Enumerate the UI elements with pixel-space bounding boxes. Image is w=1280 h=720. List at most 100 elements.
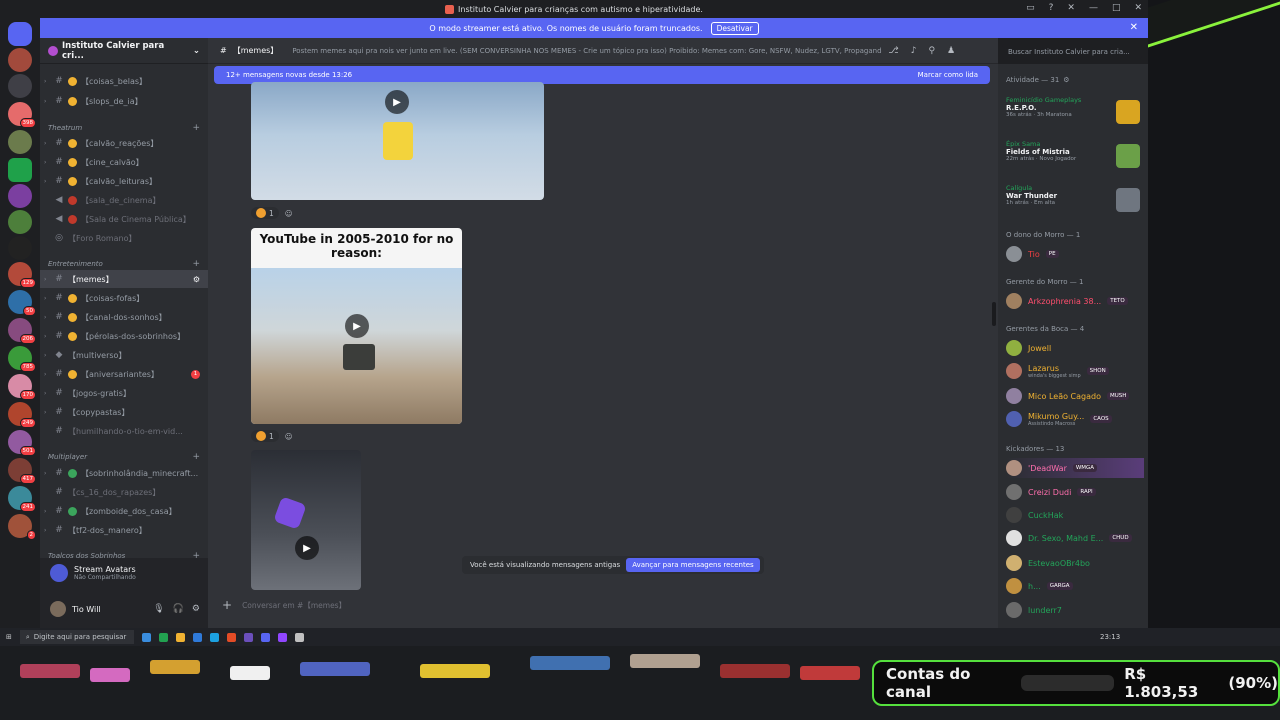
microphone-icon[interactable]: 🎙 bbox=[153, 604, 164, 614]
current-user[interactable]: Tio Will 🎙 🎧 ⚙ bbox=[40, 594, 208, 624]
windows-start-icon[interactable]: ⊞ bbox=[6, 633, 12, 641]
maximize-button[interactable]: □ bbox=[1112, 3, 1121, 13]
gear-icon[interactable]: ⚙ bbox=[1063, 76, 1069, 84]
taskbar-app-icon[interactable] bbox=[158, 632, 168, 642]
server-icon[interactable]: 398 bbox=[8, 102, 36, 128]
help-icon[interactable]: ? bbox=[1049, 3, 1054, 13]
server-icon[interactable] bbox=[8, 210, 32, 234]
channel-sala-de-cinema[interactable]: ◀ 【sala_de_cinema】 bbox=[40, 191, 208, 209]
scrollbar[interactable] bbox=[992, 302, 996, 326]
member-item[interactable]: lunderr7 bbox=[1006, 600, 1144, 620]
server-icon[interactable]: 170 bbox=[8, 374, 36, 400]
pin-icon[interactable]: ⚲ bbox=[928, 46, 935, 56]
channel-aniversariantes[interactable]: › # 【aniversariantes】 1 bbox=[40, 365, 208, 383]
mark-read-button[interactable]: Marcar como lida bbox=[918, 71, 978, 79]
member-item[interactable]: Creizi Dudi RAPI bbox=[1006, 482, 1144, 502]
server-icon[interactable]: 249 bbox=[8, 402, 36, 428]
taskbar-app-icon[interactable] bbox=[243, 632, 253, 642]
stream-status[interactable]: Stream Avatars Não Compartilhando bbox=[40, 558, 208, 588]
channel-canal-dos-sonhos[interactable]: › # 【canal-dos-sonhos】 bbox=[40, 308, 208, 326]
member-item[interactable]: 'DeadWar WMGA bbox=[1006, 458, 1144, 478]
category-multiplayer[interactable]: Multiplayer + bbox=[40, 449, 208, 465]
channel-humilhando-o-tio[interactable]: # 【humilhando-o-tio-em-vid... bbox=[40, 422, 208, 440]
member-item[interactable]: Lazarus winda's biggest simp SHON bbox=[1006, 361, 1144, 381]
server-icon[interactable]: 241 bbox=[8, 486, 36, 512]
add-reaction-icon[interactable]: ☺ bbox=[285, 209, 293, 218]
channel-topic[interactable]: Postem memes aqui pra nois ver junto em … bbox=[292, 47, 882, 55]
add-reaction-icon[interactable]: ☺ bbox=[285, 432, 293, 441]
settings-icon[interactable]: ⚙ bbox=[193, 275, 200, 284]
headphones-icon[interactable]: 🎧 bbox=[173, 604, 184, 614]
reaction-button[interactable]: 1 bbox=[251, 430, 279, 442]
home-icon[interactable] bbox=[8, 22, 32, 46]
member-item[interactable]: Tio PE bbox=[1006, 244, 1144, 264]
meme-video-gem[interactable]: ▶ bbox=[251, 450, 361, 590]
channel-zomboide-dos-casa[interactable]: › # 【zomboide_dos_casa】 bbox=[40, 502, 208, 520]
activity-card[interactable]: Calígula War Thunder 1h atrás · Em alta bbox=[1006, 184, 1144, 222]
tools-icon[interactable]: ✕ bbox=[1067, 3, 1075, 13]
server-header[interactable]: Instituto Calvier para cri... ⌄ bbox=[40, 38, 208, 64]
play-icon[interactable]: ▶ bbox=[345, 314, 369, 338]
inbox-icon[interactable]: ▭ bbox=[1026, 3, 1035, 13]
member-item[interactable]: EstevaoOBr4bo bbox=[1006, 553, 1144, 573]
taskbar-discord-icon[interactable] bbox=[260, 632, 270, 642]
activity-card[interactable]: Feminicídio Gameplays R.E.P.O. 36s atrás… bbox=[1006, 96, 1144, 134]
member-item[interactable]: CuckHak bbox=[1006, 505, 1144, 525]
channel-foro-romano[interactable]: ◎ 【Foro Romano】 bbox=[40, 229, 208, 247]
meme-image-spongebob[interactable]: ▶ bbox=[251, 82, 544, 200]
activity-card[interactable]: Épix Sama Fields of Mistria 22m atrás · … bbox=[1006, 140, 1144, 178]
channel-memes[interactable]: › # 【memes】 ⚙ bbox=[40, 270, 208, 288]
member-item[interactable]: Mikumo Guy... Assistindo Macross CAOS bbox=[1006, 409, 1144, 429]
attach-icon[interactable]: + bbox=[222, 598, 232, 612]
add-channel-icon[interactable]: + bbox=[192, 123, 200, 133]
taskbar-app-icon[interactable] bbox=[294, 632, 304, 642]
server-icon[interactable] bbox=[8, 236, 32, 260]
member-item[interactable]: Mico Leão Cagado MUSH bbox=[1006, 386, 1144, 406]
add-channel-icon[interactable]: + bbox=[192, 452, 200, 462]
channel-tf2-dos-manero[interactable]: › # 【tf2-dos_manero】 bbox=[40, 521, 208, 539]
member-item[interactable]: Arkzophrenia 38... TETO bbox=[1006, 291, 1144, 311]
channel-sobrinholandia-minecraft[interactable]: › # 【sobrinholândia_minecraft... bbox=[40, 464, 208, 482]
channel-calvao-reacoes[interactable]: › # 【calvão_reações】 bbox=[40, 134, 208, 152]
reaction-button[interactable]: 1 bbox=[251, 207, 279, 219]
channel-sala-de-cinema-publica[interactable]: ◀ 【Sala de Cinema Pública】 bbox=[40, 210, 208, 228]
server-icon[interactable]: 2 bbox=[8, 514, 36, 540]
server-icon[interactable]: 129 bbox=[8, 262, 36, 288]
add-channel-icon[interactable]: + bbox=[192, 259, 200, 269]
search-input[interactable]: Buscar Instituto Calvier para cria... bbox=[1002, 44, 1142, 59]
channel-copypastas[interactable]: › # 【copypastas】 bbox=[40, 403, 208, 421]
close-button[interactable]: ✕ bbox=[1134, 3, 1142, 13]
server-icon[interactable]: 785 bbox=[8, 346, 36, 372]
channel-calvao-leituras[interactable]: › # 【calvão_leituras】 bbox=[40, 172, 208, 190]
taskbar-app-icon[interactable] bbox=[192, 632, 202, 642]
server-icon[interactable] bbox=[8, 130, 32, 154]
server-icon[interactable]: 50 bbox=[8, 290, 36, 316]
meme-video-youtube[interactable]: YouTube in 2005-2010 for no reason: ▶ bbox=[251, 228, 462, 424]
minimize-button[interactable]: — bbox=[1089, 3, 1098, 13]
play-icon[interactable]: ▶ bbox=[385, 90, 409, 114]
members-icon[interactable]: ♟ bbox=[947, 46, 955, 56]
server-icon[interactable]: 501 bbox=[8, 430, 36, 456]
play-icon[interactable]: ▶ bbox=[295, 536, 319, 560]
server-icon[interactable]: 417 bbox=[8, 458, 36, 484]
channel-slops-de-ia[interactable]: › # 【slops_de_ia】 bbox=[40, 92, 208, 110]
message-composer[interactable]: + Conversar em #【memes】 bbox=[216, 594, 990, 616]
channel-cs-16-dos-rapazes[interactable]: # 【cs_16_dos_rapazes】 bbox=[40, 483, 208, 501]
channel-multiverso[interactable]: › ◆ 【multiverso】 bbox=[40, 346, 208, 364]
taskbar-app-icon[interactable] bbox=[141, 632, 151, 642]
composer-placeholder[interactable]: Conversar em #【memes】 bbox=[242, 600, 346, 611]
channel-coisas-fofas[interactable]: › # 【coisas-fofas】 bbox=[40, 289, 208, 307]
channel-coisas-belas[interactable]: › # 【coisas_belas】 bbox=[40, 72, 208, 90]
member-item[interactable]: Dr. Sexo, Mahd E... CHUD bbox=[1006, 528, 1144, 548]
threads-icon[interactable]: ⎇ bbox=[888, 46, 898, 56]
server-icon[interactable] bbox=[8, 184, 32, 208]
server-icon[interactable]: 206 bbox=[8, 318, 36, 344]
taskbar-app-icon[interactable] bbox=[175, 632, 185, 642]
member-item[interactable]: h... GARGA bbox=[1006, 576, 1144, 596]
close-banner-icon[interactable]: ✕ bbox=[1130, 22, 1138, 33]
channel-cine-calvao[interactable]: › # 【cine_calvão】 bbox=[40, 153, 208, 171]
disable-streamer-button[interactable]: Desativar bbox=[710, 21, 759, 35]
bell-icon[interactable]: ♪ bbox=[911, 46, 917, 56]
jump-to-present-button[interactable]: Avançar para mensagens recentes bbox=[626, 558, 760, 572]
channel-perolas-dos-sobrinhos[interactable]: › # 【pérolas-dos-sobrinhos】 bbox=[40, 327, 208, 345]
